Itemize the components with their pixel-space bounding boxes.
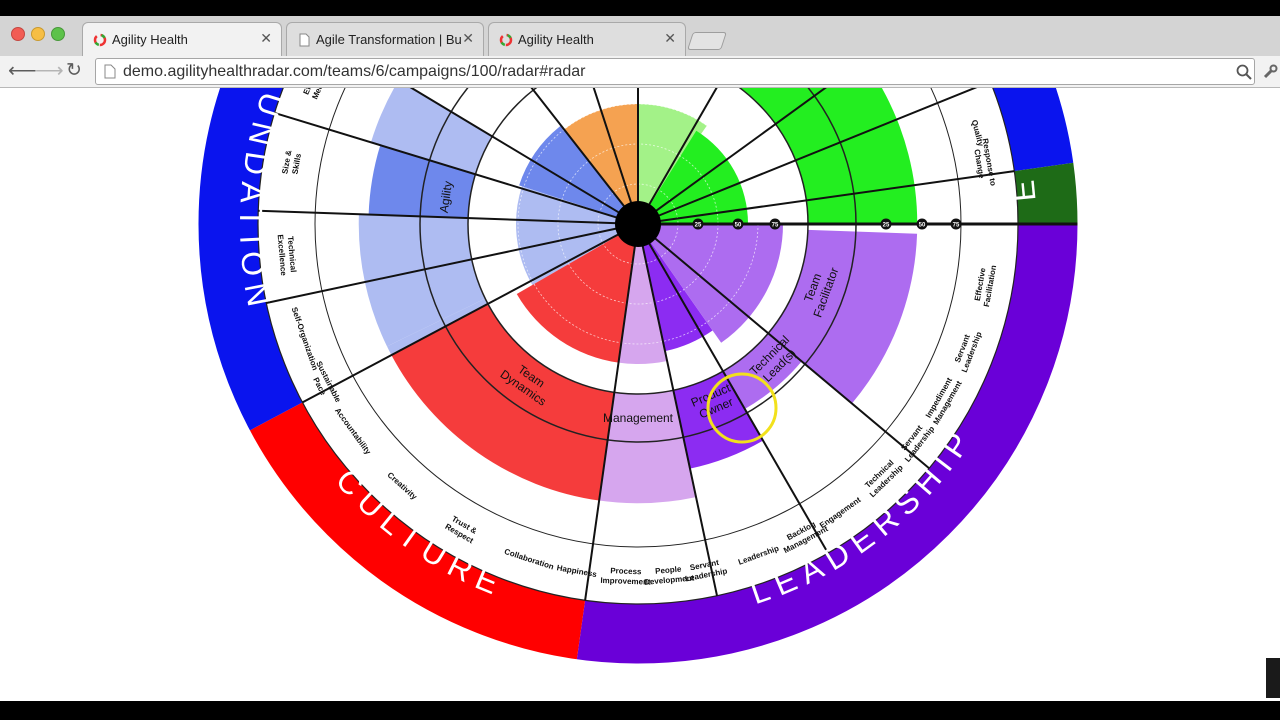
agility-health-favicon-icon — [93, 33, 107, 47]
competency-label: TechnicalExcellence — [276, 233, 299, 276]
scale-tick: 50 — [916, 218, 928, 230]
reload-icon[interactable]: ↻ — [66, 60, 82, 82]
scale-tick-label: 75 — [953, 223, 960, 229]
section-label-e: E — [1004, 171, 1043, 204]
subdimension-label: Management — [603, 411, 674, 425]
tab-agility-health[interactable]: Agility Health ✕ — [82, 22, 282, 56]
scale-tick-label: 25 — [695, 223, 702, 229]
back-arrow-icon[interactable]: ⟵ — [8, 60, 37, 82]
browser-window: Agility Health ✕ Agile Transformation | … — [0, 16, 1280, 701]
agility-health-radar: 255075255075FOUNDATIONCULTURELEADERSHIPE… — [197, 88, 1079, 665]
close-window-light[interactable] — [11, 27, 25, 41]
competency-label-line: Process — [610, 566, 642, 576]
subdimension-label-line: Management — [603, 411, 674, 425]
tab-title: Agile Transformation | Bui — [316, 32, 461, 47]
scale-tick: 75 — [769, 218, 781, 230]
maximize-window-light[interactable] — [51, 27, 65, 41]
tab-close-icon[interactable]: ✕ — [664, 30, 676, 47]
scrollbar-thumb[interactable] — [1266, 658, 1280, 698]
document-icon — [299, 33, 310, 47]
scale-tick: 25 — [880, 218, 892, 230]
wrench-menu-icon[interactable] — [1262, 64, 1278, 80]
tab-strip: Agility Health ✕ Agile Transformation | … — [0, 16, 1280, 57]
tab-agility-health-2[interactable]: Agility Health ✕ — [488, 22, 686, 56]
tab-title: Agility Health — [518, 32, 594, 47]
tab-title: Agility Health — [112, 32, 188, 47]
tab-close-icon[interactable]: ✕ — [260, 30, 272, 47]
tab-close-icon[interactable]: ✕ — [462, 30, 474, 47]
page-content: 255075255075FOUNDATIONCULTURELEADERSHIPE… — [0, 88, 1280, 701]
zoom-icon[interactable] — [1236, 64, 1252, 80]
scale-tick: 75 — [950, 218, 962, 230]
scale-tick-label: 25 — [883, 223, 890, 229]
scale-tick: 25 — [692, 218, 704, 230]
tab-agile-transformation[interactable]: Agile Transformation | Bui ✕ — [286, 22, 484, 56]
new-tab-button[interactable] — [687, 32, 727, 50]
radar-hub — [615, 201, 661, 247]
scale-tick-label: 75 — [772, 223, 779, 229]
scale-tick-label: 50 — [735, 223, 742, 229]
scale-tick-label: 50 — [919, 223, 926, 229]
browser-toolbar: ⟵ ⟶ ↻ demo.agilityhealthradar.com/teams/… — [0, 56, 1280, 88]
address-bar[interactable]: demo.agilityhealthradar.com/teams/6/camp… — [95, 58, 1255, 85]
section-label-e-path: E — [1004, 171, 1035, 204]
agility-health-favicon-icon — [499, 33, 513, 47]
page-icon — [104, 64, 116, 79]
scale-tick: 50 — [732, 218, 744, 230]
url-text: demo.agilityhealthradar.com/teams/6/camp… — [123, 63, 586, 80]
minimize-window-light[interactable] — [31, 27, 45, 41]
forward-arrow-icon[interactable]: ⟶ — [35, 60, 64, 82]
